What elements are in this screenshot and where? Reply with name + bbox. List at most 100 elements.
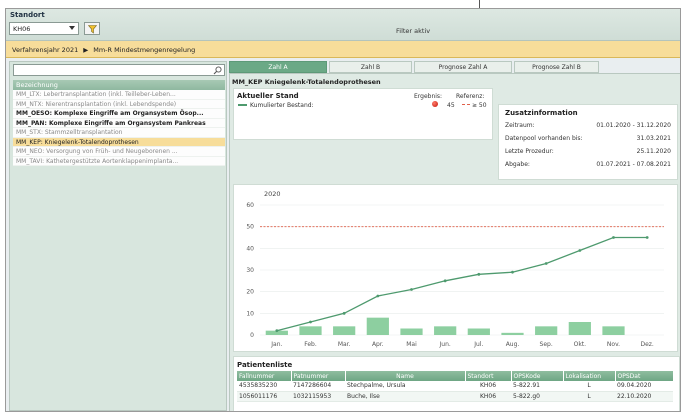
x-tick-label: Nov. — [607, 341, 620, 348]
table-cell: 7147286604 — [291, 381, 345, 392]
table-row[interactable]: 1056011176 1032115953 Buche, Ilse KH06 5-822… — [237, 391, 673, 402]
table-cell: 22.10.2020 — [615, 391, 673, 402]
tab-zahl-b[interactable]: Zahl B — [329, 61, 412, 73]
table-cell: 5-822.91 — [511, 381, 563, 392]
chart-panel: 2020 0 10 20 30 40 50 60 Jan. Feb. Mar. Apr. Mai Jun.… — [233, 184, 678, 352]
table-header-row: Fallnummer Patnummer Name Standort OPSKode Lo… — [237, 371, 674, 381]
cumulative-line — [276, 236, 648, 332]
x-tick-label: Okt. — [574, 341, 587, 348]
search-input[interactable] — [13, 64, 225, 76]
line-point — [612, 236, 615, 239]
sidebar-item[interactable]: MM_PAN: Komplexe Eingriffe am Organsyste… — [13, 118, 225, 128]
info-label: Abgabe: — [505, 161, 530, 168]
result-value: 45 — [447, 102, 455, 109]
cumulative-chart: 2020 0 10 20 30 40 50 60 Jan. Feb. Mar. Apr. Mai Jun.… — [246, 190, 664, 348]
sidebar: Bezeichnung MM_LTX: Lebertransplantation… — [9, 61, 227, 411]
info-label: Letzte Prozedur: — [505, 148, 554, 155]
line-point — [309, 320, 312, 324]
breadcrumb-year[interactable]: Verfahrensjahr 2021 — [12, 46, 78, 54]
info-row: Abgabe: 01.07.2021 - 07.08.2021 — [505, 161, 671, 170]
bar — [400, 328, 423, 335]
column-header[interactable]: Standort — [465, 371, 512, 381]
filter-button[interactable] — [84, 22, 100, 35]
x-tick-label: Mar. — [338, 341, 351, 348]
standort-select[interactable]: KH06 — [9, 22, 79, 35]
patient-table: Fallnummer Patnummer Name Standort OPSKode Lo… — [237, 371, 674, 402]
bar — [602, 326, 625, 335]
patient-list-title: Patientenliste — [237, 361, 293, 369]
search-icon[interactable] — [213, 66, 222, 75]
table-cell: 4535835230 — [237, 381, 291, 392]
main-panel: MM_KEP Kniegelenk-Totalendoprothesen Akt… — [229, 73, 680, 411]
reference-value: ≥ 50 — [472, 102, 487, 109]
standort-label: Standort — [10, 11, 45, 19]
column-header[interactable]: OPSDat — [615, 371, 674, 381]
chevron-down-icon — [69, 26, 75, 30]
line-point — [645, 236, 649, 239]
x-tick-label: Dez. — [640, 341, 653, 348]
y-tick-label: 40 — [246, 245, 254, 252]
bar — [434, 326, 457, 335]
top-connector-line — [479, 0, 480, 8]
bar — [299, 326, 322, 335]
info-row: Zeitraum: 01.01.2020 - 31.12.2020 — [505, 122, 671, 131]
table-cell: KH06 — [465, 381, 511, 392]
column-header[interactable]: Name — [345, 371, 466, 381]
x-tick-label: Feb. — [304, 341, 317, 348]
bar — [467, 328, 490, 335]
y-tick-label: 20 — [246, 289, 254, 296]
current-status-box: Aktueller Stand Ergebnis: Referenz: Kumu… — [233, 88, 493, 140]
tab-prognose-zahl-a[interactable]: Prognose Zahl A — [414, 61, 512, 73]
patient-list-panel: Patientenliste Fallnummer Patnummer Name St… — [233, 356, 680, 411]
table-cell: KH06 — [465, 391, 511, 402]
y-tick-label: 30 — [246, 267, 254, 274]
bar — [568, 322, 591, 335]
table-cell: 1032115953 — [291, 391, 345, 402]
bar — [366, 317, 389, 335]
x-tick-label: Apr. — [372, 341, 384, 348]
sidebar-item[interactable]: MM_NEO: Versorgung von Früh- und Neugebo… — [13, 147, 225, 157]
breadcrumb-section[interactable]: Mm-R Mindestmengenregelung — [93, 46, 195, 54]
table-cell: 1056011176 — [237, 391, 291, 402]
y-tick-label: 60 — [246, 202, 254, 209]
column-header[interactable]: Patnummer — [291, 371, 346, 381]
line-point — [511, 270, 514, 274]
header-bar: Standort KH06 Filter aktiv — [6, 9, 680, 41]
sidebar-item[interactable]: MM_OESO: Komplexe Eingriffe am Organsyst… — [13, 109, 225, 119]
info-value: 31.03.2021 — [636, 135, 671, 142]
line-point — [376, 294, 380, 298]
x-tick-label: Jun. — [439, 341, 451, 348]
reference-header: Referenz: — [456, 93, 485, 100]
sidebar-item[interactable]: MM_TAVI: Kathetergestützte Aortenklappen… — [13, 156, 225, 166]
tab-prognose-zahl-b[interactable]: Prognose Zahl B — [514, 61, 599, 73]
info-value: 01.07.2021 - 07.08.2021 — [596, 161, 671, 168]
info-row: Letzte Prozedur: 25.11.2020 — [505, 148, 671, 157]
info-value: 01.01.2020 - 31.12.2020 — [596, 122, 671, 129]
line-point — [275, 329, 279, 333]
bar — [333, 326, 356, 335]
column-header[interactable]: Lokalisation — [563, 371, 616, 381]
column-header[interactable]: Fallnummer — [237, 371, 292, 381]
y-tick-label: 0 — [250, 332, 254, 339]
legend-line-icon — [238, 104, 247, 106]
info-label: Zeitraum: — [505, 122, 535, 129]
table-cell: L — [563, 381, 615, 392]
sidebar-item[interactable]: MM_LTX: Lebertransplantation (inkl. Teil… — [13, 90, 225, 100]
additional-info-box: Zusatzinformation Zeitraum: 01.01.2020 - … — [498, 104, 678, 180]
tab-zahl-a[interactable]: Zahl A — [229, 61, 327, 73]
line-point — [544, 262, 548, 265]
table-cell: 09.04.2020 — [615, 381, 673, 392]
status-indicator-icon — [432, 101, 438, 107]
column-header[interactable]: OPSKode — [511, 371, 564, 381]
x-tick-label: Jul. — [473, 341, 483, 348]
list-column-header[interactable]: Bezeichnung — [13, 80, 225, 90]
sidebar-item[interactable]: MM_STX: Stammzelltransplantation — [13, 128, 225, 138]
result-header: Ergebnis: — [414, 93, 443, 100]
sidebar-item[interactable]: MM_NTX: Nierentransplantation (inkl. Leb… — [13, 99, 225, 109]
table-cell: L — [563, 391, 615, 402]
table-row[interactable]: 4535835230 7147286604 Stechpalme, Ursula KH… — [237, 381, 673, 392]
sidebar-item[interactable]: MM_KEP: Kniegelenk-Totalendoprothesen — [13, 137, 225, 147]
sidebar-list: MM_LTX: Lebertransplantation (inkl. Teil… — [13, 90, 225, 166]
x-tick-label: Sep. — [540, 341, 553, 348]
bar — [535, 326, 558, 335]
